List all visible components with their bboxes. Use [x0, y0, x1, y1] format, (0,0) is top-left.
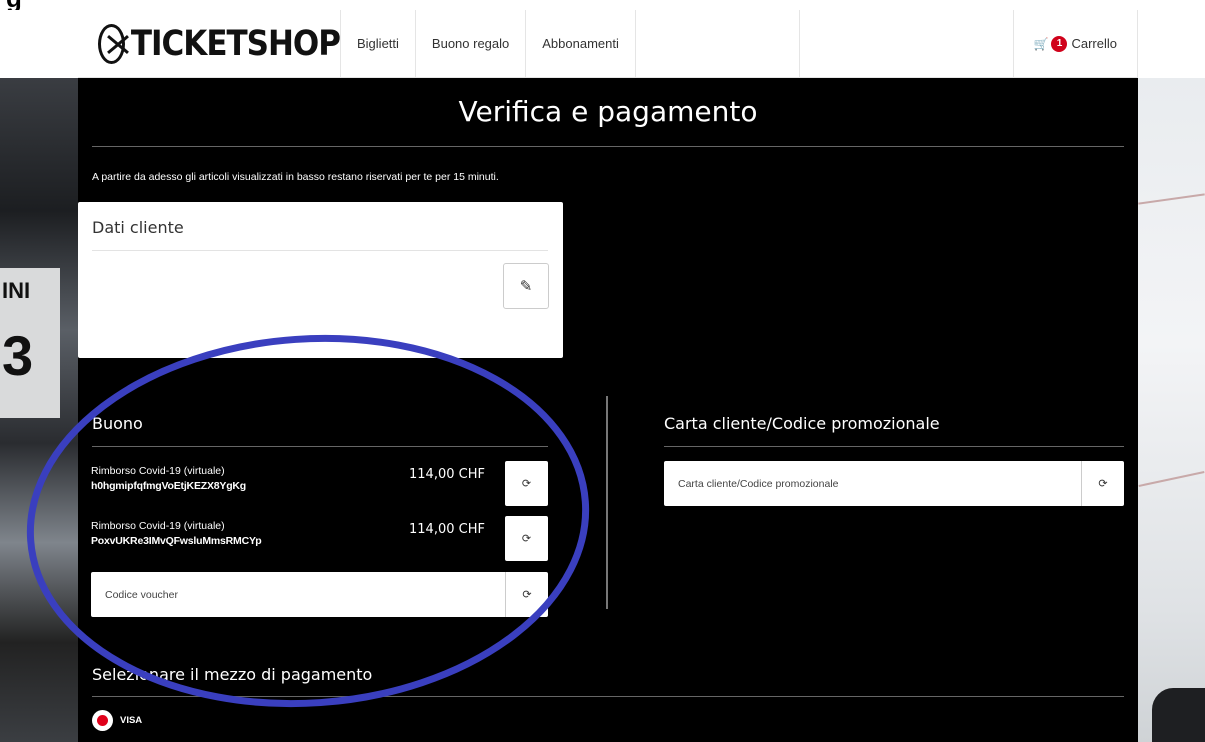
edit-customer-button[interactable]: ✎	[503, 263, 549, 309]
checkout-panel: Verifica e pagamento A partire da adesso…	[78, 78, 1138, 742]
logo-text: TICKETSHOP	[130, 23, 341, 64]
nav-biglietti[interactable]: Biglietti	[340, 10, 415, 77]
rink-line	[1138, 193, 1205, 205]
cart-count-badge: 1	[1051, 35, 1068, 52]
logo[interactable]: TICKETSHOP	[78, 10, 341, 77]
voucher-divider	[92, 446, 548, 447]
jersey-number: 3	[2, 324, 34, 387]
background-photo-left: INI 3	[0, 78, 78, 742]
payment-option-label: VISA	[120, 715, 143, 726]
voucher-amount: 114,00 CHF	[409, 522, 485, 537]
refresh-icon: ⟳	[521, 533, 532, 545]
promo-divider	[664, 446, 1124, 447]
player-silhouette	[1152, 688, 1205, 742]
voucher-remove-button[interactable]: ⟳	[505, 461, 548, 506]
voucher-label: Rimborso Covid-19 (virtuale)	[91, 520, 225, 532]
promo-code-input-group: ⟳	[664, 461, 1124, 506]
cart-label: Carrello	[1071, 36, 1117, 51]
payment-option-visa[interactable]: VISA	[92, 710, 142, 731]
logo-badge-icon	[98, 23, 125, 64]
cropped-heading-text: g	[6, 0, 22, 10]
nav-abbonamenti[interactable]: Abbonamenti	[525, 10, 635, 77]
refresh-icon: ⟳	[521, 478, 532, 490]
refresh-icon: ⟳	[522, 589, 532, 601]
nav-spacer	[634, 10, 800, 77]
apply-voucher-button[interactable]: ⟳	[505, 572, 548, 617]
cart-link[interactable]: 🛒 1 Carrello	[1012, 10, 1138, 77]
nav-buono-regalo[interactable]: Buono regalo	[414, 10, 525, 77]
payment-divider	[92, 696, 1124, 697]
voucher-amount: 114,00 CHF	[409, 467, 485, 482]
radio-button-icon[interactable]	[92, 710, 113, 731]
page-title: Verifica e pagamento	[458, 95, 758, 128]
customer-data-title: Dati cliente	[92, 218, 184, 237]
customer-data-card: Dati cliente ✎	[78, 202, 563, 358]
voucher-code-input[interactable]	[91, 572, 505, 617]
voucher-code-input-group: ⟳	[91, 572, 548, 617]
voucher-item: Rimborso Covid-19 (virtuale) PoxvUKRe3IM…	[91, 516, 548, 562]
voucher-label: Rimborso Covid-19 (virtuale)	[91, 465, 225, 477]
cart-icon: 🛒	[1033, 36, 1049, 51]
voucher-item: Rimborso Covid-19 (virtuale) h0hgmipfqfm…	[91, 461, 548, 507]
rink-line	[1138, 471, 1205, 487]
voucher-code: h0hgmipfqfmgVoEtjKEZX8YgKg	[91, 480, 247, 492]
column-divider	[606, 396, 608, 609]
voucher-remove-button[interactable]: ⟳	[505, 516, 548, 561]
jersey-lettering: INI	[2, 278, 31, 303]
nav-fill	[800, 10, 1013, 77]
reservation-notice: A partire da adesso gli articoli visuali…	[92, 171, 499, 183]
site-header: TICKETSHOP Biglietti Buono regalo Abbona…	[78, 10, 1138, 78]
voucher-section-title: Buono	[92, 414, 143, 433]
top-cut-heading: g	[0, 0, 1205, 10]
promo-section-title: Carta cliente/Codice promozionale	[664, 414, 940, 433]
title-divider	[92, 146, 1124, 147]
card-divider	[92, 250, 548, 251]
payment-section-title: Selezionare il mezzo di pagamento	[92, 665, 373, 684]
promo-code-input[interactable]	[664, 461, 1081, 506]
refresh-icon: ⟳	[1098, 478, 1108, 490]
apply-promo-button[interactable]: ⟳	[1081, 461, 1124, 506]
background-photo-right	[1138, 78, 1205, 742]
voucher-code: PoxvUKRe3IMvQFwsluMmsRMCYp	[91, 535, 262, 547]
pencil-icon: ✎	[519, 278, 533, 295]
